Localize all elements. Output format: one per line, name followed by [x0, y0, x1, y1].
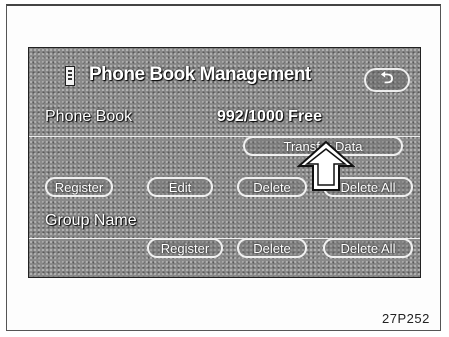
- back-icon: ⮌: [380, 69, 394, 87]
- phone-book-count: 992/1000 Free: [217, 108, 322, 125]
- group-register-button[interactable]: Register: [147, 238, 223, 258]
- figure-caption: 27P252: [382, 311, 430, 326]
- page-title: Phone Book Management: [89, 64, 311, 85]
- group-name-label: Group Name: [45, 212, 137, 229]
- phone-book-icon: [65, 66, 75, 86]
- pointer-arrow-icon: [297, 140, 355, 191]
- group-delete-all-button[interactable]: Delete All: [323, 238, 413, 258]
- register-button[interactable]: Register: [45, 177, 113, 197]
- phone-book-label: Phone Book: [45, 108, 133, 125]
- group-delete-button[interactable]: Delete: [237, 238, 307, 258]
- back-button[interactable]: ⮌: [364, 68, 410, 92]
- edit-button[interactable]: Edit: [147, 177, 213, 197]
- nav-screen: Phone Book Management ⮌ Phone Book 992/1…: [28, 47, 421, 278]
